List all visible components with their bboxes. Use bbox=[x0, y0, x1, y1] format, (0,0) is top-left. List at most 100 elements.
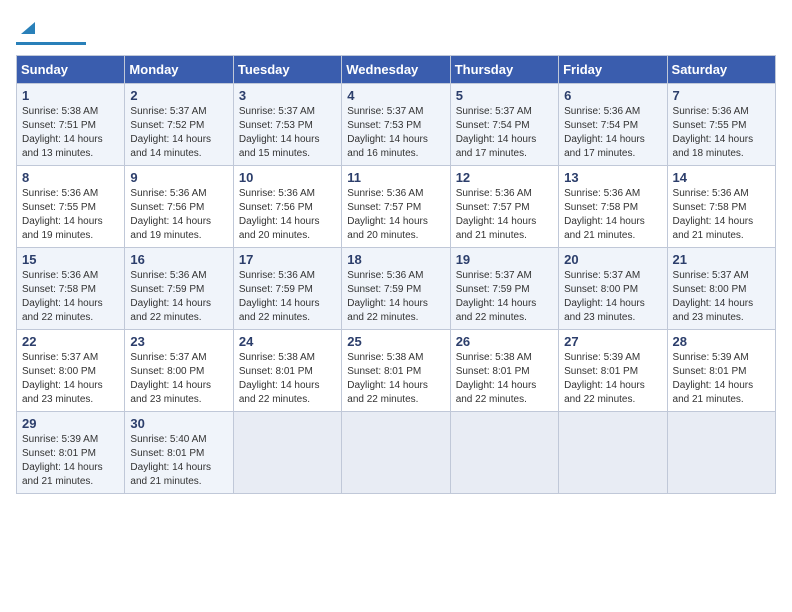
calendar-cell bbox=[450, 412, 558, 494]
calendar-cell: 11 Sunrise: 5:36 AMSunset: 7:57 PMDayligh… bbox=[342, 166, 450, 248]
day-number: 3 bbox=[239, 88, 336, 103]
cell-text: Sunrise: 5:37 AMSunset: 7:53 PMDaylight:… bbox=[239, 106, 320, 159]
day-number: 15 bbox=[22, 252, 119, 267]
cell-text: Sunrise: 5:37 AMSunset: 7:59 PMDaylight:… bbox=[456, 270, 537, 323]
cell-text: Sunrise: 5:37 AMSunset: 8:00 PMDaylight:… bbox=[673, 270, 754, 323]
calendar-cell: 7Sunrise: 5:36 AMSunset: 7:55 PMDaylight… bbox=[667, 84, 775, 166]
calendar-cell: 6 Sunrise: 5:36 AMSunset: 7:54 PMDaylight… bbox=[559, 84, 667, 166]
day-number: 19 bbox=[456, 252, 553, 267]
calendar-cell: 13Sunrise: 5:36 AMSunset: 7:58 PMDayligh… bbox=[559, 166, 667, 248]
day-number: 28 bbox=[673, 334, 770, 349]
cell-text: Sunrise: 5:39 AMSunset: 8:01 PMDaylight:… bbox=[564, 352, 645, 405]
cell-text: Sunrise: 5:37 AMSunset: 7:52 PMDaylight:… bbox=[130, 106, 211, 159]
cell-text: Sunrise: 5:36 AMSunset: 7:58 PMDaylight:… bbox=[22, 270, 103, 323]
calendar-cell: 21Sunrise: 5:37 AMSunset: 8:00 PMDayligh… bbox=[667, 248, 775, 330]
calendar-cell: 19 Sunrise: 5:37 AMSunset: 7:59 PMDayligh… bbox=[450, 248, 558, 330]
day-number: 4 bbox=[347, 88, 444, 103]
calendar-cell: 20 Sunrise: 5:37 AMSunset: 8:00 PMDayligh… bbox=[559, 248, 667, 330]
calendar-week-row: 1Sunrise: 5:38 AMSunset: 7:51 PMDaylight… bbox=[17, 84, 776, 166]
day-number: 27 bbox=[564, 334, 661, 349]
day-number: 8 bbox=[22, 170, 119, 185]
logo-underline bbox=[16, 42, 86, 45]
cell-text: Sunrise: 5:36 AMSunset: 7:59 PMDaylight:… bbox=[347, 270, 428, 323]
day-number: 16 bbox=[130, 252, 227, 267]
day-header-thursday: Thursday bbox=[450, 56, 558, 84]
days-header-row: SundayMondayTuesdayWednesdayThursdayFrid… bbox=[17, 56, 776, 84]
cell-text: Sunrise: 5:36 AMSunset: 7:59 PMDaylight:… bbox=[239, 270, 320, 323]
calendar-cell: 2 Sunrise: 5:37 AMSunset: 7:52 PMDaylight… bbox=[125, 84, 233, 166]
day-header-sunday: Sunday bbox=[17, 56, 125, 84]
calendar-week-row: 29 Sunrise: 5:39 AMSunset: 8:01 PMDayligh… bbox=[17, 412, 776, 494]
calendar-week-row: 22 Sunrise: 5:37 AMSunset: 8:00 PMDayligh… bbox=[17, 330, 776, 412]
day-number: 26 bbox=[456, 334, 553, 349]
calendar-cell: 22 Sunrise: 5:37 AMSunset: 8:00 PMDayligh… bbox=[17, 330, 125, 412]
calendar-cell: 24Sunrise: 5:38 AMSunset: 8:01 PMDayligh… bbox=[233, 330, 341, 412]
calendar-cell: 5 Sunrise: 5:37 AMSunset: 7:54 PMDaylight… bbox=[450, 84, 558, 166]
calendar-cell: 29 Sunrise: 5:39 AMSunset: 8:01 PMDayligh… bbox=[17, 412, 125, 494]
calendar-cell bbox=[233, 412, 341, 494]
cell-text: Sunrise: 5:37 AMSunset: 8:00 PMDaylight:… bbox=[564, 270, 645, 323]
calendar-cell bbox=[559, 412, 667, 494]
cell-text: Sunrise: 5:37 AMSunset: 8:00 PMDaylight:… bbox=[22, 352, 103, 405]
cell-text: Sunrise: 5:39 AMSunset: 8:01 PMDaylight:… bbox=[22, 434, 103, 487]
cell-text: Sunrise: 5:40 AMSunset: 8:01 PMDaylight:… bbox=[130, 434, 211, 487]
calendar-cell: 1Sunrise: 5:38 AMSunset: 7:51 PMDaylight… bbox=[17, 84, 125, 166]
calendar-cell: 8Sunrise: 5:36 AMSunset: 7:55 PMDaylight… bbox=[17, 166, 125, 248]
calendar-cell: 18 Sunrise: 5:36 AMSunset: 7:59 PMDayligh… bbox=[342, 248, 450, 330]
day-header-wednesday: Wednesday bbox=[342, 56, 450, 84]
day-number: 2 bbox=[130, 88, 227, 103]
cell-text: Sunrise: 5:37 AMSunset: 7:54 PMDaylight:… bbox=[456, 106, 537, 159]
day-number: 11 bbox=[347, 170, 444, 185]
day-header-tuesday: Tuesday bbox=[233, 56, 341, 84]
calendar-cell: 3 Sunrise: 5:37 AMSunset: 7:53 PMDaylight… bbox=[233, 84, 341, 166]
calendar-cell: 12Sunrise: 5:36 AMSunset: 7:57 PMDayligh… bbox=[450, 166, 558, 248]
calendar-cell: 14 Sunrise: 5:36 AMSunset: 7:58 PMDayligh… bbox=[667, 166, 775, 248]
calendar-cell: 9 Sunrise: 5:36 AMSunset: 7:56 PMDaylight… bbox=[125, 166, 233, 248]
cell-text: Sunrise: 5:36 AMSunset: 7:59 PMDaylight:… bbox=[130, 270, 211, 323]
cell-text: Sunrise: 5:37 AMSunset: 7:53 PMDaylight:… bbox=[347, 106, 428, 159]
calendar-cell: 26 Sunrise: 5:38 AMSunset: 8:01 PMDayligh… bbox=[450, 330, 558, 412]
calendar-cell: 27 Sunrise: 5:39 AMSunset: 8:01 PMDayligh… bbox=[559, 330, 667, 412]
calendar-cell: 23Sunrise: 5:37 AMSunset: 8:00 PMDayligh… bbox=[125, 330, 233, 412]
day-number: 18 bbox=[347, 252, 444, 267]
day-number: 30 bbox=[130, 416, 227, 431]
day-number: 9 bbox=[130, 170, 227, 185]
day-number: 12 bbox=[456, 170, 553, 185]
cell-text: Sunrise: 5:38 AMSunset: 8:01 PMDaylight:… bbox=[239, 352, 320, 405]
calendar-cell: 4 Sunrise: 5:37 AMSunset: 7:53 PMDaylight… bbox=[342, 84, 450, 166]
calendar-cell: 17Sunrise: 5:36 AMSunset: 7:59 PMDayligh… bbox=[233, 248, 341, 330]
calendar-cell: 15 Sunrise: 5:36 AMSunset: 7:58 PMDayligh… bbox=[17, 248, 125, 330]
day-number: 5 bbox=[456, 88, 553, 103]
calendar-cell bbox=[667, 412, 775, 494]
day-number: 7 bbox=[673, 88, 770, 103]
cell-text: Sunrise: 5:36 AMSunset: 7:56 PMDaylight:… bbox=[239, 188, 320, 241]
day-number: 1 bbox=[22, 88, 119, 103]
calendar-cell: 30 Sunrise: 5:40 AMSunset: 8:01 PMDayligh… bbox=[125, 412, 233, 494]
cell-text: Sunrise: 5:36 AMSunset: 7:58 PMDaylight:… bbox=[673, 188, 754, 241]
day-number: 25 bbox=[347, 334, 444, 349]
day-header-saturday: Saturday bbox=[667, 56, 775, 84]
calendar-cell: 10 Sunrise: 5:36 AMSunset: 7:56 PMDayligh… bbox=[233, 166, 341, 248]
cell-text: Sunrise: 5:38 AMSunset: 8:01 PMDaylight:… bbox=[347, 352, 428, 405]
day-number: 6 bbox=[564, 88, 661, 103]
cell-text: Sunrise: 5:38 AMSunset: 8:01 PMDaylight:… bbox=[456, 352, 537, 405]
calendar-cell: 16 Sunrise: 5:36 AMSunset: 7:59 PMDayligh… bbox=[125, 248, 233, 330]
day-number: 14 bbox=[673, 170, 770, 185]
cell-text: Sunrise: 5:36 AMSunset: 7:54 PMDaylight:… bbox=[564, 106, 645, 159]
day-header-friday: Friday bbox=[559, 56, 667, 84]
cell-text: Sunrise: 5:36 AMSunset: 7:57 PMDaylight:… bbox=[347, 188, 428, 241]
header bbox=[16, 16, 776, 45]
day-number: 23 bbox=[130, 334, 227, 349]
calendar-cell: 25 Sunrise: 5:38 AMSunset: 8:01 PMDayligh… bbox=[342, 330, 450, 412]
day-number: 22 bbox=[22, 334, 119, 349]
cell-text: Sunrise: 5:39 AMSunset: 8:01 PMDaylight:… bbox=[673, 352, 754, 405]
calendar-table: SundayMondayTuesdayWednesdayThursdayFrid… bbox=[16, 55, 776, 494]
logo-triangle-icon bbox=[19, 18, 37, 36]
day-header-monday: Monday bbox=[125, 56, 233, 84]
logo bbox=[16, 16, 86, 45]
day-number: 29 bbox=[22, 416, 119, 431]
day-number: 20 bbox=[564, 252, 661, 267]
cell-text: Sunrise: 5:36 AMSunset: 7:56 PMDaylight:… bbox=[130, 188, 211, 241]
day-number: 10 bbox=[239, 170, 336, 185]
calendar-cell: 28 Sunrise: 5:39 AMSunset: 8:01 PMDayligh… bbox=[667, 330, 775, 412]
